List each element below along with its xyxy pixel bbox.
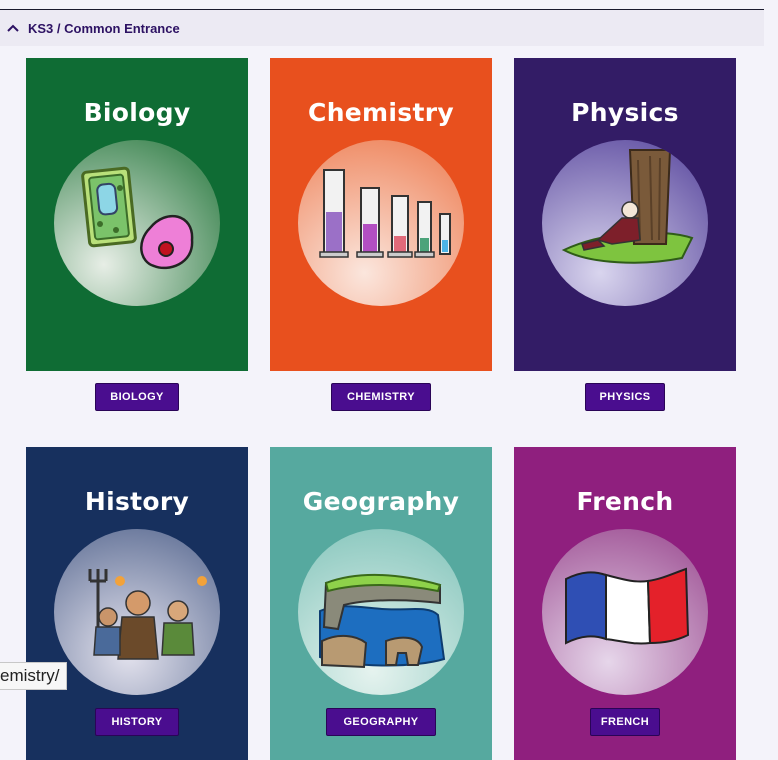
physics-button[interactable]: PHYSICS [585, 383, 665, 411]
physics-card[interactable]: Physics [514, 58, 736, 371]
chevron-up-icon[interactable] [6, 21, 20, 35]
card-title: History [84, 487, 190, 516]
geography-button[interactable]: GEOGRAPHY [326, 708, 436, 736]
french-flag-icon [542, 529, 708, 695]
chemistry-card[interactable]: Chemistry [270, 58, 492, 371]
french-button[interactable]: FRENCH [590, 708, 660, 736]
biology-card[interactable]: Biology [26, 58, 248, 371]
card-title: Geography [302, 487, 460, 516]
chemistry-button[interactable]: CHEMISTRY [331, 383, 431, 411]
status-bar-url: emistry/ [0, 662, 67, 690]
card-title: French [576, 487, 674, 516]
section-title: KS3 / Common Entrance [28, 20, 180, 36]
section-header[interactable]: KS3 / Common Entrance [0, 10, 764, 46]
card-title: Physics [571, 98, 679, 127]
angry-mob-icon [54, 529, 220, 695]
plant-and-animal-cell-icon [54, 140, 220, 306]
card-title: Biology [83, 98, 191, 127]
card-title: Chemistry [308, 98, 454, 127]
newton-under-tree-icon [542, 140, 708, 306]
biology-button[interactable]: BIOLOGY [95, 383, 179, 411]
measuring-cylinders-icon [298, 140, 464, 306]
coastal-cliffs-icon [298, 529, 464, 695]
history-button[interactable]: HISTORY [95, 708, 179, 736]
